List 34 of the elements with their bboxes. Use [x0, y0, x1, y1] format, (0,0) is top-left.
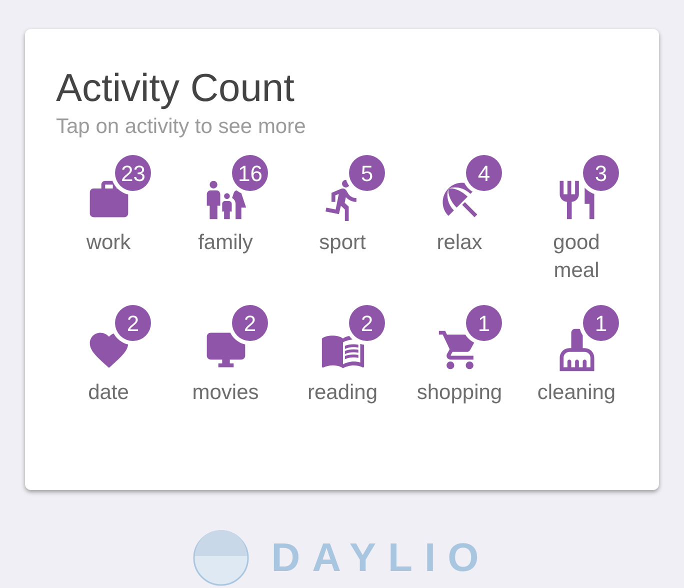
count-badge: 2 [232, 305, 268, 341]
activity-label: work [86, 230, 131, 256]
activity-item[interactable]: 5 sport [284, 155, 401, 285]
activity-label: date [88, 380, 129, 406]
count-badge: 2 [115, 305, 151, 341]
brand-name: DAYLIO [271, 535, 491, 582]
count-badge: 16 [232, 155, 268, 191]
activity-item[interactable]: 2 date [50, 305, 167, 407]
count-badge: 5 [349, 155, 385, 191]
count-badge: 2 [349, 305, 385, 341]
activity-label: reading [307, 380, 378, 406]
activity-item[interactable]: 1 shopping [401, 305, 518, 407]
card-title: Activity Count [56, 67, 296, 111]
activity-item[interactable]: 23 work [50, 155, 167, 285]
logo-icon [193, 530, 250, 586]
activity-item[interactable]: 4 relax [401, 155, 518, 285]
activity-label: movies [192, 380, 259, 406]
activity-item[interactable]: 3 good meal [518, 155, 635, 285]
count-badge: 1 [466, 305, 502, 341]
activity-item[interactable]: 1 cleaning [518, 305, 635, 407]
count-badge: 3 [583, 155, 619, 191]
card-subtitle: Tap on activity to see more [56, 114, 307, 140]
activity-item[interactable]: 16 family [167, 155, 284, 285]
activity-label: cleaning [537, 380, 616, 406]
activity-label: shopping [416, 380, 502, 406]
activity-item[interactable]: 2 reading [284, 305, 401, 407]
activity-label: family [198, 230, 253, 256]
activity-label: relax [436, 230, 482, 256]
count-badge: 4 [466, 155, 502, 191]
activity-label: good meal [552, 230, 601, 284]
activity-label: sport [319, 230, 366, 256]
count-badge: 1 [583, 305, 619, 341]
activity-item[interactable]: 2 movies [167, 305, 284, 407]
count-badge: 23 [115, 155, 152, 191]
